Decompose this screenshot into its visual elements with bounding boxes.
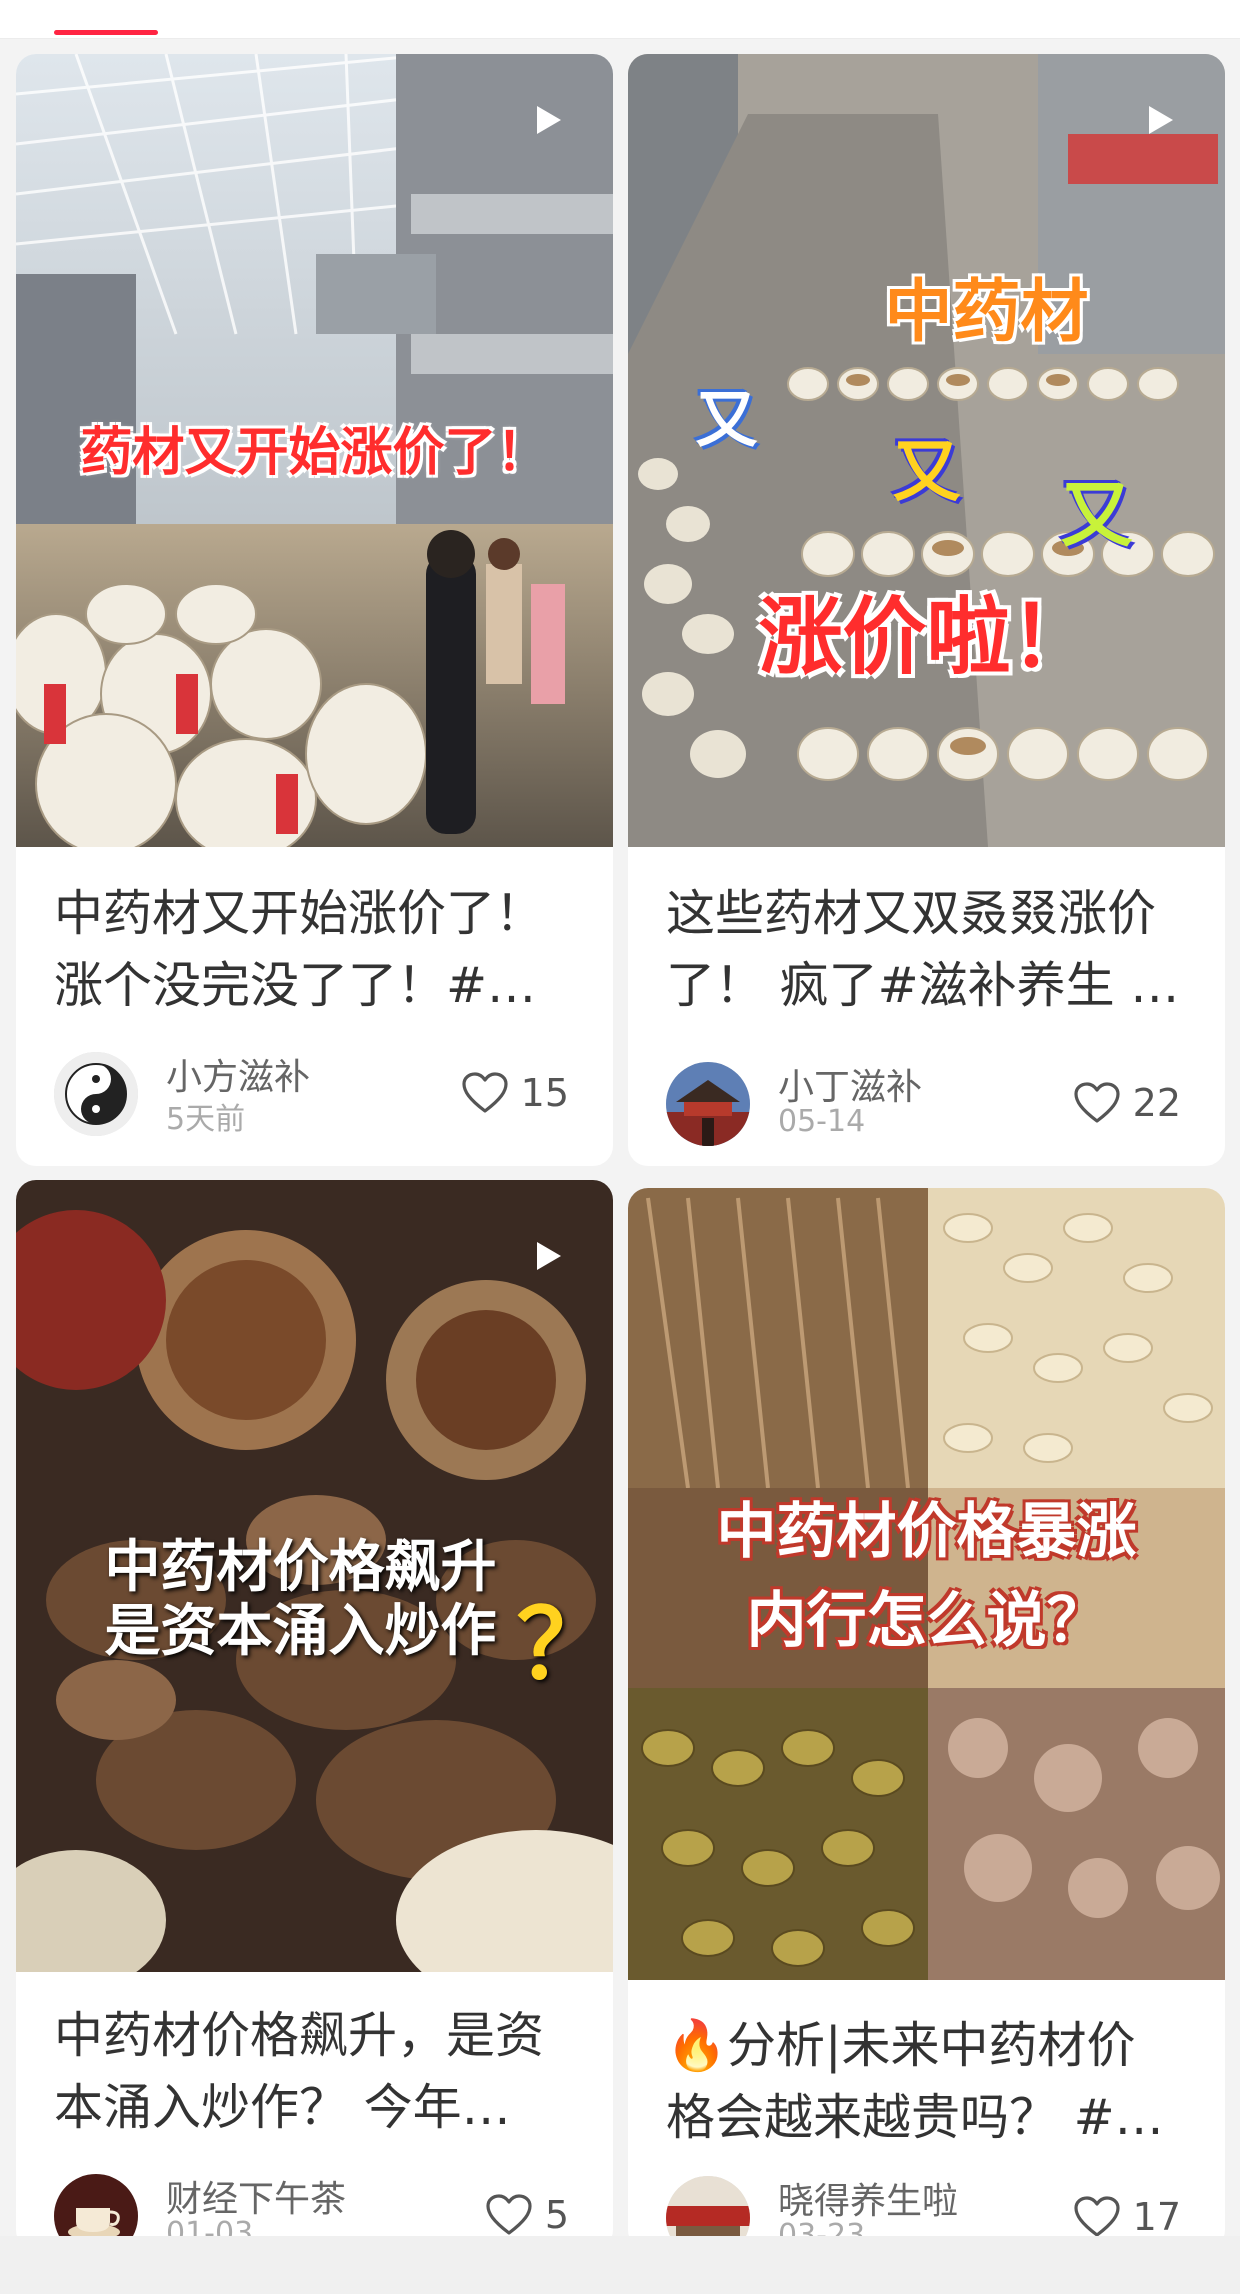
bottom-bar [0, 2236, 1240, 2294]
cover-headline-top: 中药材 [884, 273, 1089, 352]
like-button[interactable]: 22 [1073, 1078, 1181, 1128]
temple-photo-icon [666, 1062, 750, 1146]
note-title[interactable]: 中药材又开始涨价了！ 涨个没完没了了！#… [54, 878, 575, 1022]
like-count: 15 [520, 1071, 569, 1115]
yin-yang-icon [54, 1052, 138, 1136]
note-card-4[interactable]: 中药材价格暴涨 内行怎么说？ 🔥分析|未来中药材价 格会越来越贵吗？ #… 晓得… [628, 1188, 1225, 2250]
note-meta: 小丁滋补 05-14 22 [666, 1058, 1187, 1148]
note-meta: 小方滋补 5天前 15 [54, 1048, 575, 1138]
like-count: 17 [1132, 2195, 1181, 2239]
heart-icon [1074, 1082, 1120, 1123]
note-title-line: 本涌入炒作？ 今年… [54, 2079, 511, 2136]
cover-image: 中药材 又 又 又 涨价啦！ [628, 54, 1225, 847]
cover-headline-bottom: 涨价啦！ [758, 588, 1095, 686]
note-card-2[interactable]: 中药材 又 又 又 涨价啦！ 这些药材又双叒叕涨价 了！ 疯了#滋补养生 … 小… [628, 54, 1225, 1166]
note-title-line: 这些药材又双叒叕涨价 [666, 885, 1157, 942]
top-tab-bar [0, 0, 1240, 39]
like-count: 22 [1132, 1081, 1181, 1125]
author-name[interactable]: 小丁滋补 [778, 1058, 922, 1110]
note-title-line: 🔥分析|未来中药材价 [666, 2017, 1136, 2074]
heart-icon [462, 1072, 508, 1113]
cover-headline: 药材又开始涨价了！ [80, 423, 549, 483]
note-title[interactable]: 这些药材又双叒叕涨价 了！ 疯了#滋补养生 … [666, 878, 1187, 1022]
like-button[interactable]: 15 [461, 1068, 569, 1118]
post-date: 05-14 [778, 1104, 866, 1139]
note-title-line: 中药材又开始涨价了！ [54, 885, 545, 942]
heart-icon [1074, 2196, 1120, 2237]
like-count: 5 [544, 2193, 569, 2237]
heart-icon [486, 2194, 532, 2235]
note-card-1[interactable]: 药材又开始涨价了！ 中药材又开始涨价了！ 涨个没完没了了！#… 小方滋补 5天前… [16, 54, 613, 1166]
note-title-line: 中药材价格飙升，是资 [54, 2007, 545, 2064]
note-card-3[interactable]: 中药材价格飙升 是资本涌入炒作 ？ 中药材价格飙升，是资 本涌入炒作？ 今年… … [16, 1180, 613, 2250]
play-icon [537, 1242, 561, 1270]
note-title-line: 格会越来越贵吗？ #… [666, 2089, 1164, 2146]
note-title[interactable]: 中药材价格飙升，是资 本涌入炒作？ 今年… [54, 2000, 575, 2144]
cover-image: 药材又开始涨价了！ [16, 54, 613, 847]
active-tab-indicator [54, 30, 158, 35]
like-button[interactable]: 5 [485, 2190, 569, 2240]
cover-headline: 中药材价格暴涨 内行怎么说？ [716, 1497, 1137, 1656]
avatar[interactable] [54, 1052, 138, 1136]
play-icon [537, 106, 561, 134]
avatar[interactable] [666, 1062, 750, 1146]
note-title[interactable]: 🔥分析|未来中药材价 格会越来越贵吗？ #… [666, 2010, 1187, 2154]
note-title-line: 了！ 疯了#滋补养生 … [666, 957, 1180, 1014]
author-name[interactable]: 晓得养生啦 [778, 2172, 958, 2224]
cover-image: 中药材价格暴涨 内行怎么说？ [628, 1188, 1225, 1980]
author-name[interactable]: 小方滋补 [166, 1048, 310, 1100]
cover-you-3: 又 [1060, 473, 1133, 557]
post-date: 5天前 [166, 1102, 246, 1137]
cover-image: 中药材价格飙升 是资本涌入炒作 ？ [16, 1180, 613, 1972]
question-mark: ？ [516, 1589, 613, 1701]
like-button[interactable]: 17 [1073, 2192, 1181, 2242]
author-name[interactable]: 财经下午茶 [166, 2170, 346, 2222]
note-title-line: 涨个没完没了了！#… [54, 957, 537, 1014]
play-icon [1149, 106, 1173, 134]
